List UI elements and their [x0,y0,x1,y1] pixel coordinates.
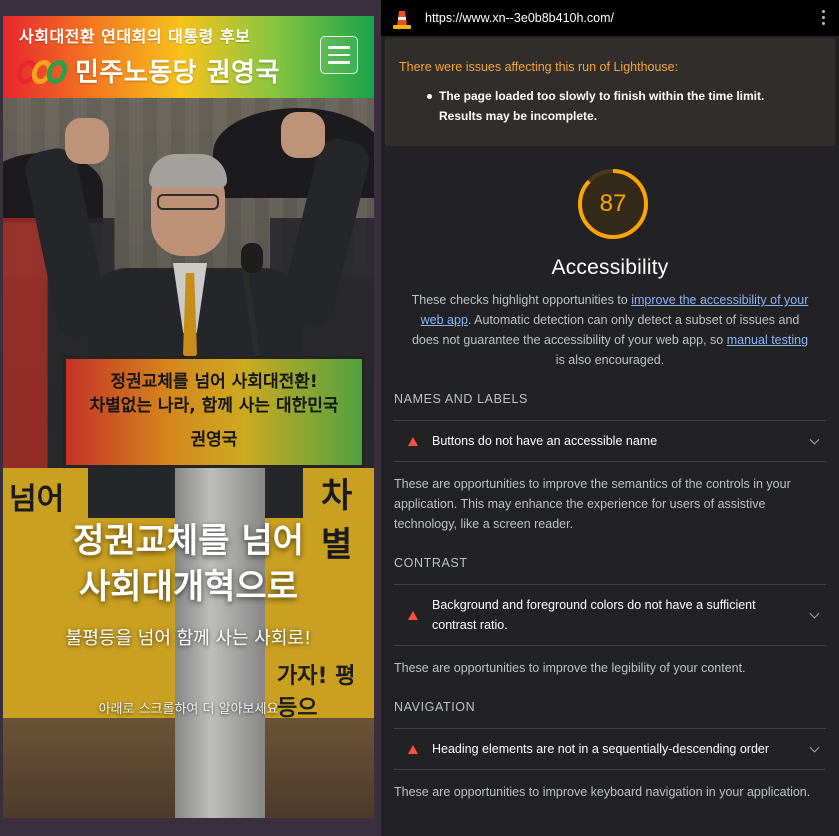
hero-title-line: 정권교체를 넘어 [73,521,304,561]
site-header: 사회대전환 연대회의 대통령 후보 민주노동당 권영국 [3,16,374,98]
fail-triangle-icon [408,436,418,446]
audit-title: Buttons do not have an accessible name [432,434,658,448]
score-gauge[interactable]: 87 [381,167,839,253]
hamburger-menu-button[interactable] [320,36,358,74]
lighthouse-logo-icon [393,7,411,29]
report-url-bar: https://www.xn--3e0b8b410h.com/ [381,0,839,36]
hero-title-line: 사회대개혁으로 [79,567,298,607]
kebab-menu-icon[interactable] [822,10,825,25]
manual-testing-link[interactable]: manual testing [727,333,808,347]
description-text: is also encouraged. [555,353,665,367]
audit-title: Background and foreground colors do not … [432,598,756,632]
site-preview: 넘어 차별 가자! 평등으 정권교체를 넘어 사회대전환! 차별없는 나라, 함… [3,16,374,818]
hero-title: 정권교체를 넘어 사회대개혁으로 [3,518,374,610]
report-url[interactable]: https://www.xn--3e0b8b410h.com/ [425,11,614,25]
fail-triangle-icon [408,744,418,754]
panel-divider [374,0,381,836]
hamburger-line [328,61,350,64]
audit-item[interactable]: Heading elements are not in a sequential… [394,728,826,770]
group-title: NAVIGATION [394,700,476,714]
group-description: These are opportunities to improve the l… [394,661,746,675]
hero-subtitle: 불평등을 넘어 함께 사는 사회로! [65,628,312,649]
audit-group-navigation: NAVIGATION Heading elements are not in a… [381,700,839,802]
fail-triangle-icon [408,610,418,620]
group-title: CONTRAST [394,556,468,570]
party-logo-link[interactable]: 민주노동당 권영국 [14,52,280,89]
audit-item[interactable]: Buttons do not have an accessible name [394,420,826,462]
party-name: 민주노동당 권영국 [75,58,280,88]
party-logo-icon [14,56,70,86]
hamburger-line [328,53,350,57]
category-description: These checks highlight opportunities to … [407,290,813,370]
group-description: These are opportunities to improve keybo… [394,785,811,799]
audit-group-contrast: CONTRAST Background and foreground color… [381,556,839,678]
run-warnings: There were issues affecting this run of … [385,38,835,146]
audit-item[interactable]: Background and foreground colors do not … [394,584,826,646]
warning-item: The page loaded too slowly to finish wit… [399,86,819,126]
header-tagline: 사회대전환 연대회의 대통령 후보 [19,27,251,46]
category-title: Accessibility [551,256,669,279]
audit-group-names-labels: NAMES AND LABELS Buttons do not have an … [381,392,839,534]
description-text: These checks highlight opportunities to [411,293,632,307]
group-description: These are opportunities to improve the s… [394,477,791,531]
group-title: NAMES AND LABELS [394,392,528,406]
lighthouse-report: https://www.xn--3e0b8b410h.com/ There we… [381,0,839,836]
score-value: 87 [599,190,627,217]
scroll-hint: 아래로 스크롤하여 더 알아보세요 [98,702,279,717]
warning-title: There were issues affecting this run of … [399,60,679,74]
hero-section: 넘어 차별 가자! 평등으 정권교체를 넘어 사회대전환! 차별없는 나라, 함… [3,98,374,818]
hamburger-line [328,46,350,49]
audit-title: Heading elements are not in a sequential… [432,742,770,756]
chevron-down-icon [809,434,820,445]
